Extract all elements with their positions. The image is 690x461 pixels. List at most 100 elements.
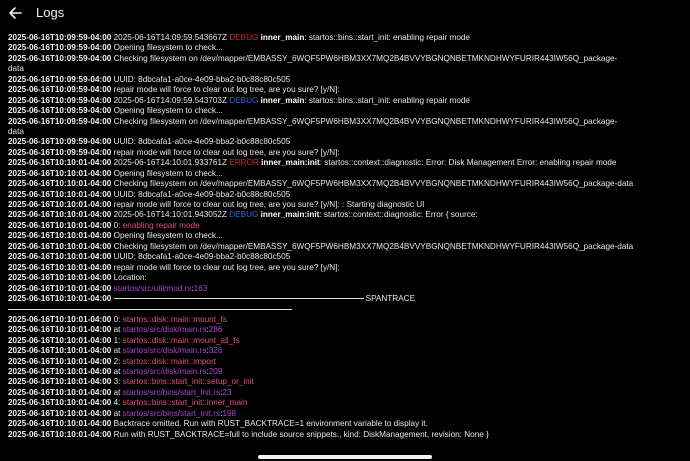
- log-timestamp: 2025-06-16T10:10:01-04:00: [8, 429, 112, 439]
- log-line: 2025-06-16T10:10:01-04:00 Opening filesy…: [8, 231, 684, 241]
- log-line: 2025-06-16T10:09:59-04:00 Opening filesy…: [8, 43, 684, 53]
- log-line: 2025-06-16T10:09:59-04:00 Checking files…: [8, 117, 684, 127]
- log-line: 2025-06-16T10:10:01-04:00 4: startos::bi…: [8, 398, 684, 408]
- log-line: 2025-06-16T10:10:01-04:00 at startos/src…: [8, 367, 684, 377]
- log-line: data: [8, 64, 684, 74]
- log-line: 2025-06-16T10:10:01-04:00 UUID: 8dbcafa1…: [8, 190, 684, 200]
- log-timestamp: 2025-06-16T10:10:01-04:00: [8, 168, 112, 178]
- log-text: 3:: [111, 377, 123, 387]
- log-text: Opening filesystem to check...: [111, 106, 223, 116]
- log-timestamp: 2025-06-16T10:09:59-04:00: [8, 43, 112, 53]
- log-text: Opening filesystem to check...: [111, 43, 223, 53]
- log-line: 2025-06-16T10:10:01-04:00 1: startos::di…: [8, 336, 684, 346]
- log-timestamp: 2025-06-16T10:10:01-04:00: [8, 356, 112, 366]
- error-context: startos::disk::main::mount_fs: [122, 314, 227, 324]
- log-timestamp: 2025-06-16T10:10:01-04:00: [8, 387, 112, 397]
- log-timestamp: 2025-06-16T10:10:01-04:00: [8, 158, 112, 168]
- source-location: 163: [193, 283, 208, 293]
- log-line: 2025-06-16T10:09:59-04:00 Checking files…: [8, 54, 684, 64]
- log-line: 2025-06-16T10:10:01-04:00 Run with RUST_…: [8, 430, 684, 440]
- log-line: 2025-06-16T10:10:01-04:00 2025-06-16T14:…: [8, 158, 684, 168]
- log-text: 2025-06-16T14:09:59.543667Z: [111, 33, 230, 42]
- log-line: 2025-06-16T10:10:01-04:00 startos/src/ut…: [8, 284, 684, 294]
- page-title: Logs: [36, 5, 65, 20]
- log-text: : startos::context::diagnostic: Error { …: [319, 210, 478, 220]
- log-timestamp: 2025-06-16T10:10:01-04:00: [8, 346, 112, 356]
- log-line: 2025-06-16T10:10:01-04:00 Checking files…: [8, 179, 684, 189]
- log-text: Checking filesystem on /dev/mapper/EMBAS…: [111, 116, 618, 126]
- source-location: 23: [222, 387, 232, 397]
- log-timestamp: 2025-06-16T10:09:59-04:00: [8, 74, 112, 84]
- log-text: Opening filesystem to check...: [111, 231, 223, 241]
- log-timestamp: 2025-06-16T10:10:01-04:00: [8, 335, 112, 345]
- source-location: startos/src/disk/main.rs: [122, 367, 207, 376]
- home-indicator[interactable]: [258, 455, 432, 459]
- error-context: startos::bins::start_init::setup_or_init: [122, 377, 254, 387]
- log-timestamp: 2025-06-16T10:09:59-04:00: [8, 116, 112, 126]
- log-timestamp: 2025-06-16T10:10:01-04:00: [8, 262, 112, 272]
- log-line: 2025-06-16T10:10:01-04:00 3: startos::bi…: [8, 377, 684, 387]
- log-text: UUID: 8dbcafa1-a0ce-4e09-bba2-b0c88c80c5…: [111, 252, 291, 262]
- log-text: UUID: 8dbcafa1-a0ce-4e09-bba2-b0c88c80c5…: [111, 74, 291, 84]
- source-location: 209: [208, 367, 223, 376]
- source-location: 198: [222, 408, 237, 418]
- log-text: 4:: [111, 398, 123, 408]
- log-timestamp: 2025-06-16T10:09:59-04:00: [8, 147, 112, 157]
- log-text: UUID: 8dbcafa1-a0ce-4e09-bba2-b0c88c80c5…: [111, 189, 291, 199]
- log-line: 2025-06-16T10:10:01-04:00 at startos/src…: [8, 325, 684, 335]
- spantrace-divider: [8, 309, 292, 311]
- log-text: at: [111, 346, 123, 356]
- log-line: 2025-06-16T10:10:01-04:00 0: enabling re…: [8, 221, 684, 231]
- log-timestamp: 2025-06-16T10:10:01-04:00: [8, 179, 112, 189]
- log-text: repair mode will force to clear out log …: [111, 200, 425, 209]
- log-line: 2025-06-16T10:10:01-04:00 2: startos::di…: [8, 357, 684, 367]
- error-context: enabling repair mode: [122, 220, 200, 230]
- log-timestamp: 2025-06-16T10:10:01-04:00: [8, 325, 112, 335]
- log-line: 2025-06-16T10:10:01-04:00 Backtrace omit…: [8, 419, 684, 429]
- log-output: 2025-06-16T10:09:59-04:00 2025-06-16T14:…: [8, 33, 684, 440]
- log-text: repair mode will force to clear out log …: [111, 85, 340, 95]
- log-text: 2:: [111, 356, 123, 366]
- log-text: 2025-06-16T14:09:59.543703Z: [111, 95, 230, 105]
- log-level-badge: DEBUG: [229, 95, 259, 105]
- log-line: 2025-06-16T10:10:01-04:00 UUID: 8dbcafa1…: [8, 252, 684, 262]
- log-timestamp: 2025-06-16T10:09:59-04:00: [8, 85, 112, 95]
- log-text: at: [111, 408, 123, 418]
- log-text: repair mode will force to clear out log …: [111, 262, 340, 272]
- log-timestamp: 2025-06-16T10:10:01-04:00: [8, 398, 112, 408]
- log-timestamp: 2025-06-16T10:10:01-04:00: [8, 200, 112, 209]
- log-timestamp: 2025-06-16T10:10:01-04:00: [8, 377, 112, 387]
- log-timestamp: 2025-06-16T10:09:59-04:00: [8, 95, 112, 105]
- log-timestamp: 2025-06-16T10:10:01-04:00: [8, 367, 112, 376]
- log-line: data: [8, 127, 684, 137]
- log-level-badge: DEBUG: [229, 210, 259, 220]
- log-text: 2025-06-16T14:10:01.943052Z: [111, 210, 230, 220]
- log-text: : startos::bins::start_init: enabling re…: [304, 33, 470, 42]
- error-context: startos::disk::main::mount_all_fs: [122, 335, 240, 345]
- log-line: 2025-06-16T10:09:59-04:00 repair mode wi…: [8, 85, 684, 95]
- spantrace-divider: [113, 298, 364, 300]
- source-location: 326: [208, 346, 223, 356]
- back-button[interactable]: [6, 4, 24, 22]
- log-line: 2025-06-16T10:10:01-04:00 Opening filesy…: [8, 169, 684, 179]
- log-timestamp: 2025-06-16T10:09:59-04:00: [8, 33, 112, 42]
- log-line: 2025-06-16T10:10:01-04:00 0: startos::di…: [8, 315, 684, 325]
- source-location: startos/src/disk/main.rs: [122, 325, 207, 335]
- log-line: 2025-06-16T10:10:01-04:00 SPANTRACE: [8, 294, 684, 304]
- source-location: startos/src/bins/start_init.rs: [122, 408, 221, 418]
- error-context: startos::disk::main::import: [122, 356, 216, 366]
- log-text: Run with RUST_BACKTRACE=full to include …: [111, 429, 489, 439]
- log-level-badge: DEBUG: [229, 33, 259, 42]
- log-line: 2025-06-16T10:09:59-04:00 repair mode wi…: [8, 148, 684, 158]
- log-text: 0:: [111, 220, 123, 230]
- log-line: 2025-06-16T10:10:01-04:00 at startos/src…: [8, 409, 684, 419]
- log-text: Checking filesystem on /dev/mapper/EMBAS…: [111, 179, 634, 189]
- log-text: : startos::bins::start_init: enabling re…: [304, 95, 470, 105]
- log-timestamp: 2025-06-16T10:10:01-04:00: [8, 252, 112, 262]
- source-location: startos/src/disk/main.rs: [122, 346, 207, 356]
- log-timestamp: 2025-06-16T10:10:01-04:00: [8, 293, 112, 303]
- span-name: inner_main:init: [258, 210, 320, 220]
- log-line: 2025-06-16T10:10:01-04:00 2025-06-16T14:…: [8, 210, 684, 220]
- app-header: Logs: [0, 0, 690, 28]
- log-text: Checking filesystem on /dev/mapper/EMBAS…: [111, 241, 634, 251]
